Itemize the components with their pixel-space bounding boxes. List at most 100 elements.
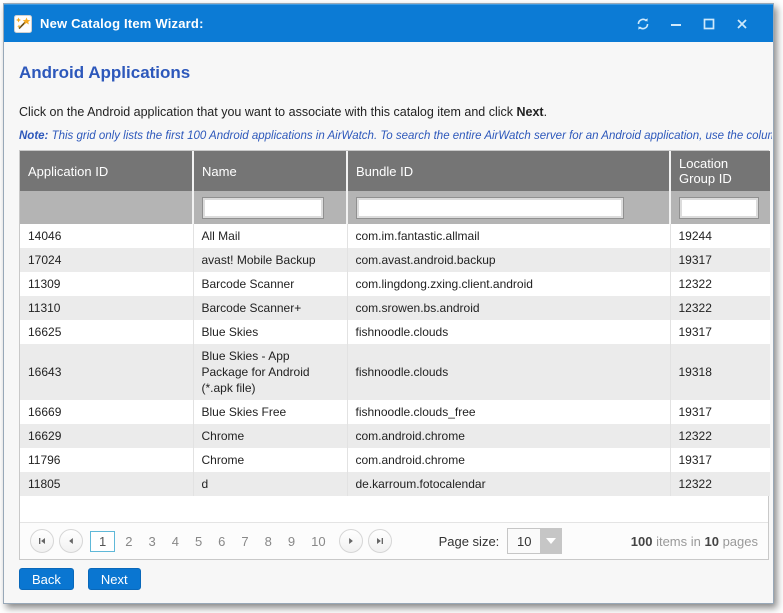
header-row: Application ID Name Bundle ID Location G… — [20, 151, 770, 191]
cell-location-group-id[interactable]: 19317 — [670, 320, 770, 344]
table-row[interactable]: 11805 d de.karroum.fotocalendar 12322 — [20, 472, 770, 496]
page-number-7[interactable]: 7 — [235, 531, 254, 552]
cell-application-id[interactable]: 11309 — [20, 272, 193, 296]
window-title: New Catalog Item Wizard: — [40, 16, 204, 31]
filter-input-name[interactable] — [202, 197, 324, 219]
cell-application-id[interactable]: 16629 — [20, 424, 193, 448]
instruction-text: Click on the Android application that yo… — [19, 105, 758, 119]
table-row[interactable]: 11309 Barcode Scanner com.lingdong.zxing… — [20, 272, 770, 296]
cell-location-group-id[interactable]: 12322 — [670, 472, 770, 496]
filter-input-bundle-id[interactable] — [356, 197, 624, 219]
cell-location-group-id[interactable]: 12322 — [670, 424, 770, 448]
refresh-icon[interactable] — [636, 17, 650, 31]
items-text: items in — [652, 534, 704, 549]
table-row[interactable]: 11796 Chrome com.android.chrome 19317 — [20, 448, 770, 472]
note-body: This grid only lists the first 100 Andro… — [48, 130, 772, 142]
cell-name[interactable]: avast! Mobile Backup — [193, 248, 347, 272]
cell-bundle-id[interactable]: com.lingdong.zxing.client.android — [347, 272, 670, 296]
cell-bundle-id[interactable]: com.android.chrome — [347, 424, 670, 448]
close-icon[interactable] — [735, 17, 749, 31]
cell-name[interactable]: Chrome — [193, 448, 347, 472]
cell-bundle-id[interactable]: de.karroum.fotocalendar — [347, 472, 670, 496]
note-label: Note: — [19, 130, 48, 142]
table-row[interactable]: 17024 avast! Mobile Backup com.avast.and… — [20, 248, 770, 272]
maximize-icon[interactable] — [702, 17, 716, 31]
cell-application-id[interactable]: 16669 — [20, 400, 193, 424]
cell-bundle-id[interactable]: com.srowen.bs.android — [347, 296, 670, 320]
pages-count: 10 — [704, 534, 718, 549]
cell-bundle-id[interactable]: fishnoodle.clouds — [347, 344, 670, 400]
cell-name[interactable]: All Mail — [193, 224, 347, 248]
cell-application-id[interactable]: 11805 — [20, 472, 193, 496]
cell-application-id[interactable]: 11310 — [20, 296, 193, 320]
footer-buttons: Back Next — [19, 568, 758, 590]
cell-location-group-id[interactable]: 12322 — [670, 272, 770, 296]
grid-empty-space — [20, 496, 768, 522]
pager: 1 2 3 4 5 6 7 8 9 10 Page size: 10 — [20, 522, 768, 559]
table-row[interactable]: 16625 Blue Skies fishnoodle.clouds 19317 — [20, 320, 770, 344]
table-row[interactable]: 14046 All Mail com.im.fantastic.allmail … — [20, 224, 770, 248]
column-header-application-id[interactable]: Application ID — [20, 151, 193, 191]
note-text: Note: This grid only lists the first 100… — [19, 130, 772, 142]
cell-name[interactable]: d — [193, 472, 347, 496]
next-page-button[interactable] — [339, 529, 363, 553]
items-count: 100 — [631, 534, 653, 549]
cell-application-id[interactable]: 11796 — [20, 448, 193, 472]
first-page-button[interactable] — [30, 529, 54, 553]
page-number-2[interactable]: 2 — [119, 531, 138, 552]
wizard-window: New Catalog Item Wizard: — [3, 3, 774, 604]
minimize-icon[interactable] — [669, 17, 683, 31]
page-number-10[interactable]: 10 — [305, 531, 331, 552]
cell-name[interactable]: Blue Skies Free — [193, 400, 347, 424]
cell-bundle-id[interactable]: com.android.chrome — [347, 448, 670, 472]
table-body: 14046 All Mail com.im.fantastic.allmail … — [20, 224, 770, 496]
cell-bundle-id[interactable]: com.im.fantastic.allmail — [347, 224, 670, 248]
page-size-dropdown[interactable]: 10 — [507, 528, 562, 554]
page-size-value[interactable]: 10 — [508, 529, 540, 553]
filter-input-location-group-id[interactable] — [679, 197, 759, 219]
prev-page-button[interactable] — [59, 529, 83, 553]
cell-bundle-id[interactable]: com.avast.android.backup — [347, 248, 670, 272]
column-header-name[interactable]: Name — [193, 151, 347, 191]
cell-location-group-id[interactable]: 12322 — [670, 296, 770, 320]
cell-bundle-id[interactable]: fishnoodle.clouds_free — [347, 400, 670, 424]
cell-bundle-id[interactable]: fishnoodle.clouds — [347, 320, 670, 344]
table-row[interactable]: 16669 Blue Skies Free fishnoodle.clouds_… — [20, 400, 770, 424]
page-number-9[interactable]: 9 — [282, 531, 301, 552]
page-title: Android Applications — [19, 63, 758, 83]
cell-location-group-id[interactable]: 19317 — [670, 248, 770, 272]
cell-application-id[interactable]: 17024 — [20, 248, 193, 272]
last-page-button[interactable] — [368, 529, 392, 553]
column-header-bundle-id[interactable]: Bundle ID — [347, 151, 670, 191]
cell-name[interactable]: Blue Skies - App Package for Android (*.… — [193, 344, 347, 400]
next-button[interactable]: Next — [88, 568, 141, 590]
dropdown-arrow-icon[interactable] — [540, 529, 561, 553]
cell-location-group-id[interactable]: 19317 — [670, 400, 770, 424]
instruction-suffix: . — [544, 105, 547, 119]
cell-name[interactable]: Chrome — [193, 424, 347, 448]
cell-location-group-id[interactable]: 19244 — [670, 224, 770, 248]
cell-location-group-id[interactable]: 19317 — [670, 448, 770, 472]
cell-application-id[interactable]: 16625 — [20, 320, 193, 344]
table-row[interactable]: 16643 Blue Skies - App Package for Andro… — [20, 344, 770, 400]
cell-name[interactable]: Blue Skies — [193, 320, 347, 344]
cell-location-group-id[interactable]: 19318 — [670, 344, 770, 400]
applications-table: Application ID Name Bundle ID Location G… — [20, 151, 770, 496]
column-header-location-group-id[interactable]: Location Group ID — [670, 151, 770, 191]
page-number-6[interactable]: 6 — [212, 531, 231, 552]
page-number-5[interactable]: 5 — [189, 531, 208, 552]
page-number-1[interactable]: 1 — [90, 531, 115, 552]
cell-application-id[interactable]: 16643 — [20, 344, 193, 400]
window-controls — [636, 17, 749, 31]
cell-name[interactable]: Barcode Scanner — [193, 272, 347, 296]
instruction-prefix: Click on the Android application that yo… — [19, 105, 517, 119]
page-size-label: Page size: — [439, 534, 500, 549]
cell-name[interactable]: Barcode Scanner+ — [193, 296, 347, 320]
back-button[interactable]: Back — [19, 568, 74, 590]
page-number-3[interactable]: 3 — [142, 531, 161, 552]
table-row[interactable]: 11310 Barcode Scanner+ com.srowen.bs.and… — [20, 296, 770, 320]
page-number-4[interactable]: 4 — [166, 531, 185, 552]
page-number-8[interactable]: 8 — [259, 531, 278, 552]
table-row[interactable]: 16629 Chrome com.android.chrome 12322 — [20, 424, 770, 448]
cell-application-id[interactable]: 14046 — [20, 224, 193, 248]
